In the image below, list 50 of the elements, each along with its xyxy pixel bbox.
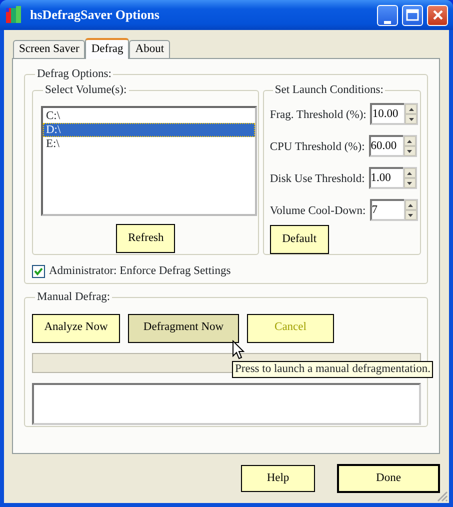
up-arrow-icon [408,108,414,110]
log-box[interactable] [32,382,421,424]
refresh-button[interactable]: Refresh [116,224,176,253]
window-title: hsDefragSaver Options [30,6,160,24]
resize-grip-icon[interactable] [436,490,448,502]
app-icon [6,6,22,24]
up-arrow-icon [408,204,414,206]
group-label: Manual Defrag: [36,292,112,304]
dialog-button[interactable]: Help [241,465,315,492]
close-icon [432,9,444,21]
list-item[interactable]: E:\ [43,137,255,151]
dialog-button[interactable]: Done [337,464,440,493]
group-label: Select Volume(s): [44,84,128,96]
up-arrow-icon [407,172,412,174]
down-arrow-icon [408,118,414,120]
field-label: CPU Threshold (%): [270,140,365,155]
spin-buttons[interactable] [404,199,418,221]
spin-buttons[interactable] [402,135,417,157]
number-field[interactable]: 1.00 [368,167,403,189]
number-field[interactable]: 60.00 [368,135,403,157]
maximize-icon [406,9,419,21]
down-arrow-icon [407,150,412,152]
checkbox-label[interactable]: Administrator: Enforce Defrag Settings [49,262,231,280]
number-field[interactable]: 10.00 [370,103,404,125]
list-item[interactable]: D:\ [43,123,255,137]
tab[interactable]: Screen Saver [13,40,86,58]
minimize-button[interactable] [377,4,398,26]
maximize-button[interactable] [402,4,423,26]
spin-buttons[interactable] [402,167,417,189]
up-arrow-icon [407,140,412,142]
tooltip: Press to launch a manual defragmentation. [232,361,434,378]
volume-list[interactable]: C:\ D:\ E:\ [41,106,257,216]
number-field[interactable]: 7 [370,199,404,221]
field-label: Volume Cool-Down: [270,204,366,219]
down-arrow-icon [408,214,414,216]
down-arrow-icon [407,182,412,184]
spin-buttons[interactable] [404,103,418,125]
group-label: Defrag Options: [36,69,112,80]
default-button[interactable]: Default [270,225,329,254]
close-button[interactable] [427,4,448,26]
cursor-icon [232,340,245,360]
tab[interactable]: Defrag [85,38,130,59]
checkbox[interactable] [32,264,45,278]
list-item[interactable]: C:\ [43,109,255,123]
tab[interactable]: About [129,40,170,58]
field-label: Disk Use Threshold: [270,172,365,187]
group-label: Set Launch Conditions: [274,84,384,96]
action-button[interactable]: Analyze Now [32,314,120,342]
action-button[interactable]: Defragment Now [128,314,239,342]
field-label: Frag. Threshold (%): [270,108,366,123]
